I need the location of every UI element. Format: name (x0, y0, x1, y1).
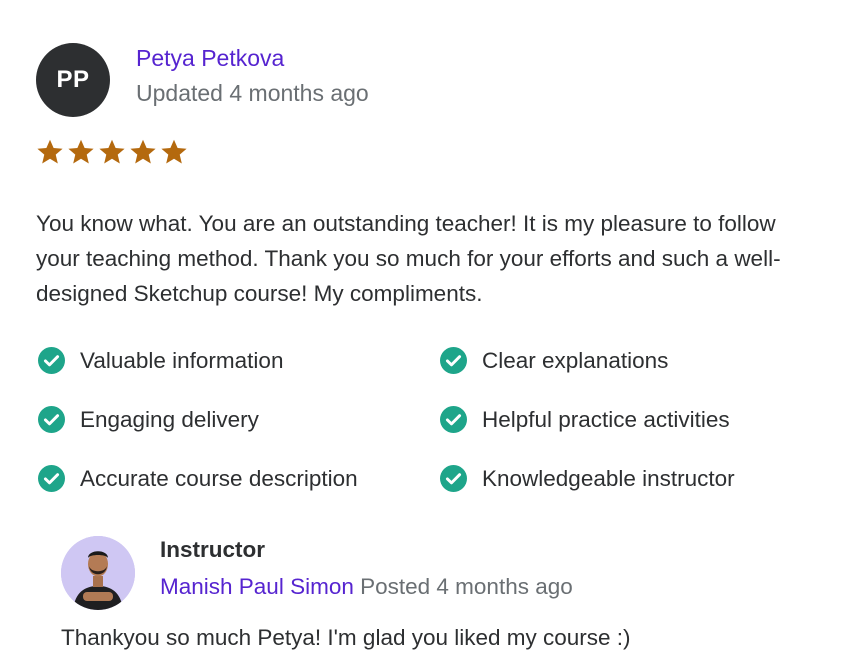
feedback-item: Helpful practice activities (440, 404, 808, 435)
feedback-list: Valuable information Clear explanations … (38, 345, 808, 494)
response-date: Posted 4 months ago (360, 574, 573, 599)
check-circle-icon (440, 465, 467, 492)
star-icon (37, 139, 63, 164)
instructor-name-link[interactable]: Manish Paul Simon (160, 574, 354, 599)
star-icon (99, 139, 125, 164)
feedback-label: Engaging delivery (80, 406, 259, 432)
instructor-avatar (61, 536, 135, 610)
review-text: You know what. You are an outstanding te… (36, 211, 781, 306)
reviewer-avatar: PP (36, 43, 110, 117)
feedback-label: Helpful practice activities (482, 406, 730, 432)
star-rating (36, 138, 188, 166)
instructor-photo (61, 536, 135, 610)
check-circle-icon (38, 465, 65, 492)
instructor-meta: Manish Paul Simon Posted 4 months ago (160, 574, 573, 600)
feedback-item: Engaging delivery (38, 404, 440, 435)
feedback-item: Accurate course description (38, 463, 440, 494)
check-circle-icon (440, 406, 467, 433)
star-icon (130, 139, 156, 164)
review-date: Updated 4 months ago (136, 80, 369, 106)
reviewer-name-link[interactable]: Petya Petkova (136, 45, 284, 72)
feedback-item: Clear explanations (440, 345, 808, 376)
feedback-label: Accurate course description (80, 465, 358, 491)
reviewer-initials: PP (56, 66, 90, 93)
check-circle-icon (38, 347, 65, 374)
check-circle-icon (38, 406, 65, 433)
check-circle-icon (440, 347, 467, 374)
star-icon (161, 139, 187, 164)
feedback-label: Clear explanations (482, 347, 669, 373)
instructor-reply-text: Thankyou so much Petya! I'm glad you lik… (61, 625, 631, 650)
feedback-label: Valuable information (80, 347, 284, 373)
feedback-label: Knowledgeable instructor (482, 465, 735, 491)
instructor-role: Instructor (160, 537, 266, 562)
feedback-item: Valuable information (38, 345, 440, 376)
feedback-item: Knowledgeable instructor (440, 463, 808, 494)
star-icon (68, 139, 94, 164)
